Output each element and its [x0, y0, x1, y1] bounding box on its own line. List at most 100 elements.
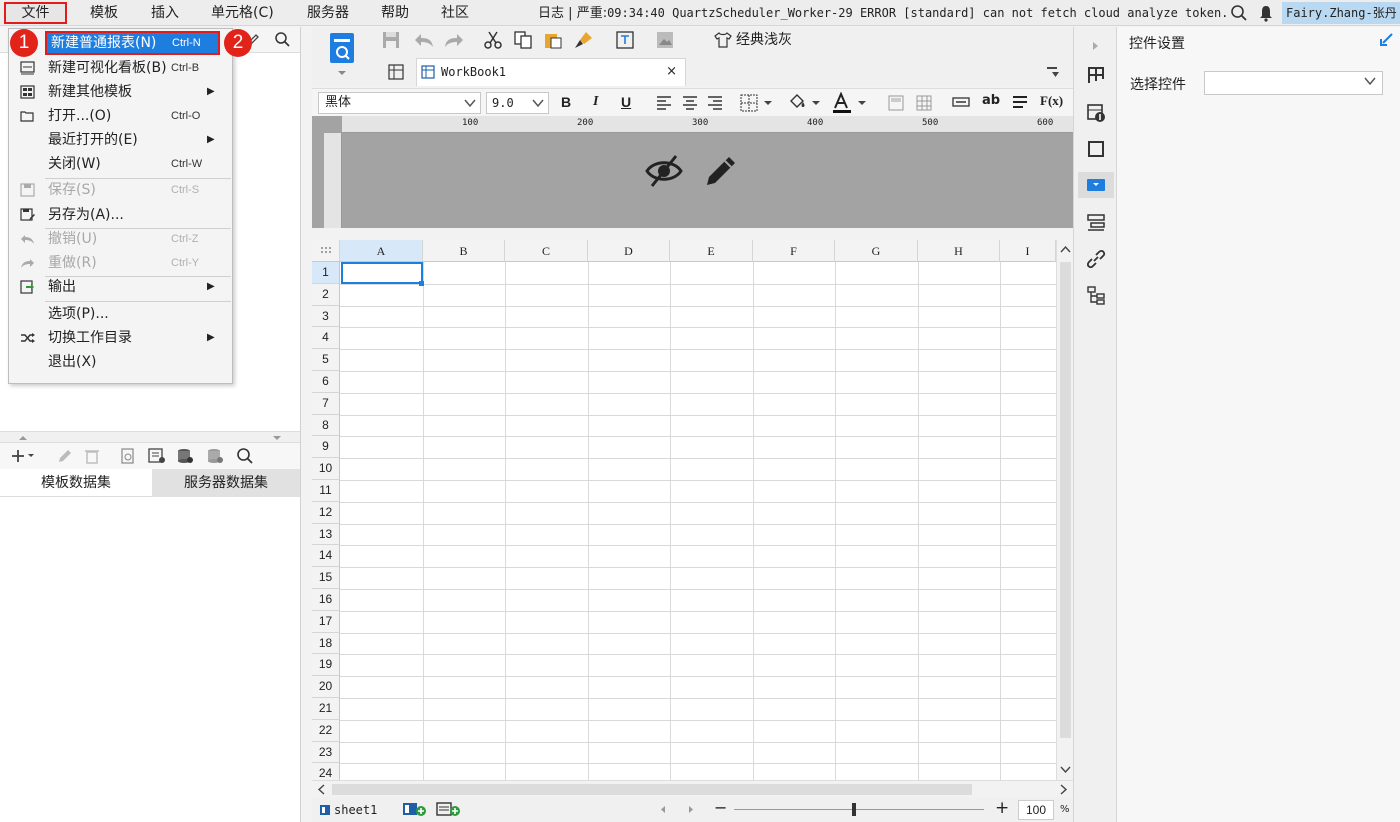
- menu-item-redo[interactable]: 重做(R) Ctrl-Y: [9, 251, 232, 275]
- chevron-down-icon[interactable]: [272, 435, 282, 441]
- font-color-icon[interactable]: [832, 92, 870, 114]
- copy-icon[interactable]: [514, 31, 532, 49]
- menu-item-open[interactable]: 打开...(O) Ctrl-O: [9, 104, 232, 128]
- bell-icon[interactable]: [1258, 4, 1274, 22]
- chevron-left-icon[interactable]: [660, 805, 666, 814]
- menu-item-new-other-template[interactable]: 新建其他模板 ▶: [9, 80, 232, 104]
- italic-button[interactable]: I: [593, 94, 598, 110]
- scroll-thumb[interactable]: [332, 784, 972, 795]
- paste-icon[interactable]: [544, 31, 562, 49]
- menu-item-switch-workdir[interactable]: 切换工作目录 ▶: [9, 326, 232, 350]
- column-header[interactable]: H: [918, 240, 1000, 262]
- row-header[interactable]: 24: [312, 763, 340, 780]
- row-header[interactable]: 6: [312, 371, 340, 393]
- align-center-icon[interactable]: [682, 95, 698, 111]
- row-header[interactable]: 9: [312, 436, 340, 459]
- column-header[interactable]: C: [505, 240, 588, 262]
- add-sheet-icon[interactable]: [402, 801, 428, 817]
- merge-cells-icon[interactable]: [952, 97, 970, 107]
- panel-splitter[interactable]: [0, 431, 300, 443]
- hyperlink-icon[interactable]: [1086, 249, 1106, 269]
- cell-element-icon[interactable]: [1086, 103, 1106, 123]
- zoom-out-button[interactable]: −: [714, 798, 727, 817]
- zoom-input[interactable]: 100: [1018, 800, 1054, 820]
- cell-style-icon[interactable]: [888, 95, 904, 111]
- widget-list-icon[interactable]: [1086, 213, 1106, 233]
- column-header[interactable]: G: [835, 240, 918, 262]
- hide-icon[interactable]: [644, 153, 684, 189]
- tab-workbook1[interactable]: WorkBook1 ×: [416, 58, 686, 86]
- frame-icon[interactable]: [1086, 139, 1106, 159]
- chevron-up-icon[interactable]: [18, 435, 28, 441]
- menu-help[interactable]: 帮助: [381, 0, 409, 26]
- row-header[interactable]: 8: [312, 414, 340, 437]
- menu-item-options[interactable]: 选项(P)...: [9, 302, 232, 326]
- vertical-scrollbar[interactable]: [1056, 240, 1073, 780]
- row-header[interactable]: 20: [312, 676, 340, 698]
- database-icon[interactable]: [176, 448, 194, 464]
- row-header[interactable]: 4: [312, 327, 340, 350]
- search-icon[interactable]: [274, 31, 291, 48]
- row-header[interactable]: 5: [312, 349, 340, 371]
- chevron-right-icon[interactable]: [688, 805, 694, 814]
- text-frame-icon[interactable]: [616, 31, 634, 49]
- underline-button[interactable]: U: [621, 94, 631, 110]
- fill-color-icon[interactable]: [788, 93, 824, 113]
- row-header[interactable]: 11: [312, 480, 340, 502]
- row-header[interactable]: 21: [312, 698, 340, 720]
- menu-cell[interactable]: 单元格(C): [211, 0, 274, 26]
- chevron-down-icon[interactable]: [1060, 766, 1071, 774]
- cell-attributes-icon[interactable]: [1086, 65, 1106, 85]
- menu-community[interactable]: 社区: [441, 0, 469, 26]
- chevron-right-icon[interactable]: [1060, 784, 1068, 795]
- redo-icon[interactable]: [444, 31, 464, 49]
- tab-server-datasets[interactable]: 服务器数据集: [152, 469, 300, 497]
- row-header[interactable]: 10: [312, 458, 340, 480]
- delete-icon[interactable]: [84, 448, 100, 464]
- save-icon[interactable]: [382, 31, 400, 49]
- text-wrap-button[interactable]: ab: [982, 93, 1000, 108]
- row-header[interactable]: 3: [312, 305, 340, 328]
- preview-dataset-icon[interactable]: [120, 448, 136, 464]
- row-header[interactable]: 14: [312, 545, 340, 568]
- cut-icon[interactable]: [484, 31, 502, 49]
- menu-item-export[interactable]: 输出 ▶: [9, 275, 232, 299]
- database-sync-icon[interactable]: [206, 448, 224, 464]
- spreadsheet-grid[interactable]: A B C D E F G H I 1 2 3 4 5 6 7 8 9 10 11 12 13 14 15 1…: [312, 240, 1073, 780]
- tab-list-icon[interactable]: [1046, 66, 1060, 78]
- collapse-panel-icon[interactable]: [1379, 33, 1393, 47]
- format-painter-icon[interactable]: [574, 31, 594, 49]
- chevron-left-icon[interactable]: [317, 784, 325, 795]
- menu-item-new-report[interactable]: 新建普通报表(N) Ctrl-N: [45, 31, 220, 55]
- active-cell[interactable]: [341, 262, 423, 284]
- tree-structure-icon[interactable]: [1086, 285, 1106, 305]
- undo-icon[interactable]: [414, 31, 434, 49]
- menu-item-recent[interactable]: 最近打开的(E) ▶: [9, 128, 232, 152]
- menu-insert[interactable]: 插入: [151, 0, 179, 26]
- image-icon[interactable]: [656, 31, 674, 49]
- column-header[interactable]: E: [670, 240, 753, 262]
- bold-button[interactable]: B: [561, 94, 571, 110]
- menu-item-exit[interactable]: 退出(X): [9, 350, 232, 374]
- paragraph-icon[interactable]: [1012, 94, 1028, 110]
- edit-icon[interactable]: [57, 448, 73, 464]
- column-header[interactable]: D: [588, 240, 670, 262]
- close-icon[interactable]: ×: [666, 59, 677, 85]
- row-header[interactable]: 19: [312, 654, 340, 677]
- table-icon[interactable]: [916, 95, 932, 111]
- select-widget-dropdown[interactable]: [1204, 71, 1383, 95]
- row-header[interactable]: 18: [312, 632, 340, 655]
- menu-server[interactable]: 服务器: [307, 0, 349, 26]
- user-account[interactable]: Fairy.Zhang-张丹: [1282, 2, 1400, 24]
- column-header[interactable]: I: [1000, 240, 1056, 262]
- new-report-icon[interactable]: [328, 31, 356, 77]
- font-size-select[interactable]: 9.0: [486, 92, 549, 114]
- tab-template-datasets[interactable]: 模板数据集: [0, 469, 152, 497]
- chevron-right-icon[interactable]: [1090, 41, 1100, 51]
- row-header[interactable]: 22: [312, 719, 340, 742]
- widget-settings-tab[interactable]: [1078, 172, 1114, 198]
- scroll-thumb[interactable]: [1060, 262, 1071, 738]
- menu-file[interactable]: 文件: [4, 2, 67, 24]
- row-header[interactable]: 16: [312, 589, 340, 611]
- column-header[interactable]: A: [340, 240, 423, 262]
